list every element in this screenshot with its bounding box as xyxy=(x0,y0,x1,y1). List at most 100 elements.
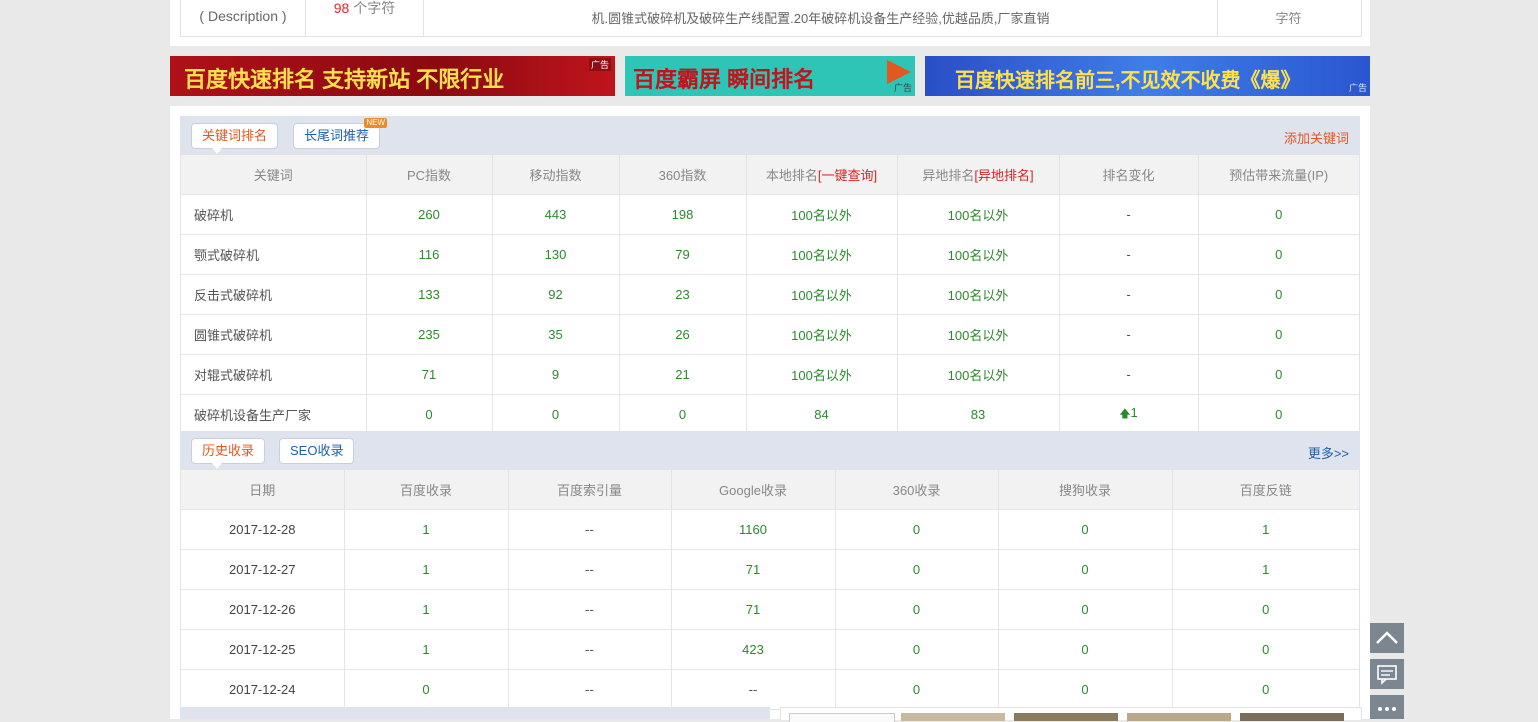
keyword-cell[interactable]: 对辊式破碎机 xyxy=(181,354,367,395)
ad-banner-1-text: 百度快速排名 支持新站 不限行业 xyxy=(184,67,505,92)
rank-change-cell: - xyxy=(1059,194,1199,235)
tab-history-index[interactable]: 历史收录 xyxy=(191,438,266,469)
rank-change-cell: 🡅1 xyxy=(1059,394,1199,434)
index-volume-cell: -- xyxy=(508,509,672,550)
date-cell: 2017-12-27 xyxy=(181,549,345,590)
360-cell: 0 xyxy=(835,549,999,590)
feedback-icon xyxy=(1377,665,1397,685)
table-row: 对辊式破碎机 71 9 21 100名以外 100名以外 - 0 xyxy=(181,354,1359,395)
baidu-cell: 1 xyxy=(344,629,509,670)
tab-pointer xyxy=(212,148,222,154)
google-cell: -- xyxy=(671,669,836,709)
col-mobile-index: 移动指数 xyxy=(492,154,620,195)
date-cell: 2017-12-25 xyxy=(181,629,345,670)
more-button[interactable] xyxy=(1370,695,1404,719)
pc-index-cell: 116 xyxy=(366,234,493,275)
description-tail: 字符 xyxy=(1275,11,1302,26)
thumbnail[interactable] xyxy=(901,713,1005,721)
keyword-box-header: 关键词排名 长尾词推荐 NEW 添加关键词 xyxy=(181,117,1359,154)
table-row: 反击式破碎机 133 92 23 100名以外 100名以外 - 0 xyxy=(181,274,1359,315)
thumbnail[interactable] xyxy=(789,713,895,722)
description-label-cell: ( Description ) xyxy=(181,0,306,36)
mobile-index-cell: 92 xyxy=(492,274,620,315)
backlink-cell: 1 xyxy=(1172,549,1359,590)
360-index-cell: 0 xyxy=(619,394,747,434)
pc-index-cell: 235 xyxy=(366,314,493,355)
feedback-button[interactable] xyxy=(1370,659,1404,689)
description-text-cell: 机.圆锥式破碎机及破碎生产线配置.20年破碎机设备生产经验,优越品质,厂家直销 xyxy=(424,0,1218,36)
backlink-cell: 0 xyxy=(1172,589,1359,630)
tab-longtail-keywords[interactable]: 长尾词推荐 NEW xyxy=(293,118,388,149)
ad-banner-1[interactable]: 百度快速排名 支持新站 不限行业 广告 xyxy=(170,56,615,96)
remote-rank-cell: 100名以外 xyxy=(897,234,1060,275)
360-cell: 0 xyxy=(835,589,999,630)
keyword-cell[interactable]: 破碎机 xyxy=(181,194,367,235)
traffic-cell: 0 xyxy=(1198,314,1359,355)
google-cell: 423 xyxy=(671,629,836,670)
thumbnail[interactable] xyxy=(1127,713,1231,721)
description-count-number: 98 xyxy=(333,0,350,16)
history-table: 日期 百度收录 百度索引量 Google收录 360收录 搜狗收录 百度反链 2… xyxy=(181,469,1359,709)
description-text: 机.圆锥式破碎机及破碎生产线配置.20年破碎机设备生产经验,优越品质,厂家直销 xyxy=(591,11,1050,26)
col-estimated-traffic: 预估带来流量(IP) xyxy=(1198,154,1359,195)
remote-rank-cell: 100名以外 xyxy=(897,194,1060,235)
360-index-cell: 79 xyxy=(619,234,747,275)
more-link[interactable]: 更多>> xyxy=(1308,443,1349,462)
keyword-cell[interactable]: 颚式破碎机 xyxy=(181,234,367,275)
backlink-cell: 0 xyxy=(1172,629,1359,670)
tab-seo-label: SEO收录 xyxy=(290,443,344,458)
sogou-cell: 0 xyxy=(998,669,1173,709)
pc-index-cell: 71 xyxy=(366,354,493,395)
table-row: 2017-12-26 1 -- 71 0 0 0 xyxy=(181,589,1359,630)
table-row: 2017-12-28 1 -- 1160 0 0 1 xyxy=(181,509,1359,550)
table-row: 2017-12-27 1 -- 71 0 0 1 xyxy=(181,549,1359,590)
remote-rank-cell: 83 xyxy=(897,394,1060,434)
tab-seo-index[interactable]: SEO收录 xyxy=(279,438,355,464)
360-cell: 0 xyxy=(835,669,999,709)
local-rank-cell: 100名以外 xyxy=(746,274,898,315)
keyword-cell[interactable]: 圆锥式破碎机 xyxy=(181,314,367,355)
ad-banner-2-text: 百度霸屏 瞬间排名 xyxy=(633,67,816,92)
local-rank-cell: 100名以外 xyxy=(746,234,898,275)
remote-rank-link[interactable]: [异地排名] xyxy=(974,168,1033,183)
date-cell: 2017-12-24 xyxy=(181,669,345,709)
table-row: 圆锥式破碎机 235 35 26 100名以外 100名以外 - 0 xyxy=(181,314,1359,355)
description-label: ( Description ) xyxy=(199,8,287,24)
col-baidu-index-volume: 百度索引量 xyxy=(508,469,672,510)
keyword-cell[interactable]: 反击式破碎机 xyxy=(181,274,367,315)
col-local-rank-label: 本地排名 xyxy=(765,168,818,183)
pc-index-cell: 0 xyxy=(366,394,493,434)
sogou-cell: 0 xyxy=(998,509,1173,550)
keyword-cell[interactable]: 破碎机设备生产厂家 xyxy=(181,394,367,434)
360-index-cell: 21 xyxy=(619,354,747,395)
ad-banner-3[interactable]: 百度快速排名前三,不见效不收费《爆》 广告 xyxy=(925,56,1370,96)
description-row: ( Description ) 98 个字符 机.圆锥式破碎机及破碎生产线配置.… xyxy=(180,0,1362,37)
mobile-index-cell: 443 xyxy=(492,194,620,235)
mobile-index-cell: 9 xyxy=(492,354,620,395)
up-arrow-icon: 🡅 xyxy=(1119,408,1131,420)
ad-banner-2-tag: 广告 xyxy=(893,83,912,93)
backlink-cell: 1 xyxy=(1172,509,1359,550)
description-count: 98 个字符 xyxy=(306,0,423,18)
thumbnail[interactable] xyxy=(1014,713,1118,721)
history-box-header: 历史收录 SEO收录 更多>> xyxy=(181,432,1359,469)
ad-banner-3-tag: 广告 xyxy=(1348,83,1367,93)
thumbnail[interactable] xyxy=(1240,713,1344,721)
table-row: 破碎机设备生产厂家 0 0 0 84 83 🡅1 0 xyxy=(181,394,1359,434)
sogou-cell: 0 xyxy=(998,589,1173,630)
baidu-cell: 0 xyxy=(344,669,509,709)
index-volume-cell: -- xyxy=(508,669,672,709)
col-360-index: 360收录 xyxy=(835,469,999,510)
table-row: 颚式破碎机 116 130 79 100名以外 100名以外 - 0 xyxy=(181,234,1359,275)
tab-keyword-ranking[interactable]: 关键词排名 xyxy=(191,123,279,154)
back-to-top-icon xyxy=(1376,631,1398,644)
back-to-top-button[interactable] xyxy=(1370,623,1404,653)
one-click-query-link[interactable]: [一键查询] xyxy=(818,168,877,183)
sogou-cell: 0 xyxy=(998,629,1173,670)
360-cell: 0 xyxy=(835,629,999,670)
backlink-cell: 0 xyxy=(1172,669,1359,709)
ad-banner-2[interactable]: 百度霸屏 瞬间排名 广告 xyxy=(625,56,915,96)
date-cell: 2017-12-28 xyxy=(181,509,345,550)
360-cell: 0 xyxy=(835,509,999,550)
add-keyword-link[interactable]: 添加关键词 xyxy=(1284,128,1349,147)
